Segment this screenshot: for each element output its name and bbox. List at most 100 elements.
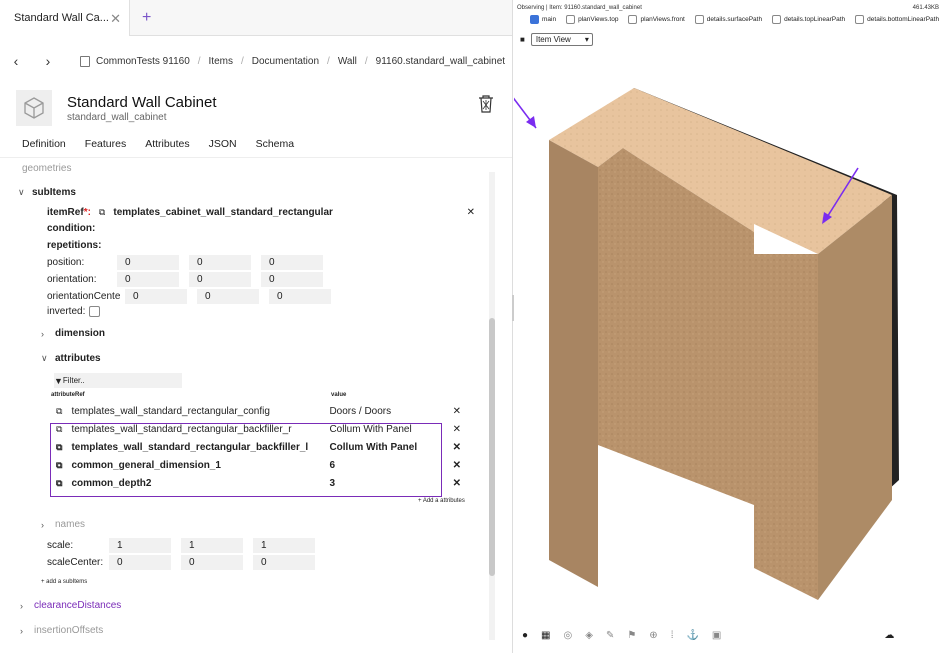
chevron-right-icon: › <box>20 625 23 636</box>
crumb-documentation[interactable]: Documentation <box>252 56 319 67</box>
flag-icon[interactable]: ⚑ <box>627 630 636 641</box>
box-icon[interactable]: ◈ <box>585 630 593 641</box>
add-subitems-button[interactable]: + add a subItems <box>41 579 87 585</box>
image-icon[interactable]: ▣ <box>712 630 721 641</box>
tree-node-names[interactable]: › names <box>41 519 85 530</box>
tab-json[interactable]: JSON <box>209 138 237 150</box>
breadcrumb-bar: ‹ › CommonTests 91160/ Items / Documentat… <box>0 36 512 86</box>
tree-node-subitems[interactable]: ∨ subItems <box>18 187 76 198</box>
page-title: Standard Wall Cabinet <box>67 93 217 111</box>
filter-input[interactable]: ▼ Filter.. <box>54 373 182 388</box>
cabinet-left-face <box>549 140 598 587</box>
orientation-center-row: orientationCente 0 0 0 <box>47 289 331 304</box>
tab-attributes[interactable]: Attributes <box>145 138 189 150</box>
crumb-items[interactable]: Items <box>209 56 233 67</box>
remove-row-button[interactable]: ✕ <box>453 442 461 453</box>
chevron-right-icon: › <box>41 328 44 339</box>
tab-bar: Standard Wall Ca... ✕ + <box>0 0 512 36</box>
position-z-field[interactable]: 0 <box>261 255 323 270</box>
scale-x-field[interactable]: 1 <box>109 538 171 553</box>
page-subtitle: standard_wall_cabinet <box>67 111 167 123</box>
chevron-down-icon: ∨ <box>18 187 25 197</box>
external-link-icon[interactable]: ⧉ <box>99 207 105 218</box>
dots-icon[interactable]: ⁞ <box>671 630 674 641</box>
orientation-y-field[interactable]: 0 <box>189 272 251 287</box>
crumb-wall[interactable]: Wall <box>338 56 357 67</box>
document-tab[interactable]: Standard Wall Ca... ✕ <box>0 0 130 36</box>
remove-row-button[interactable]: ✕ <box>453 460 461 471</box>
orientation-z-field[interactable]: 0 <box>261 272 323 287</box>
scale-y-field[interactable]: 1 <box>181 538 243 553</box>
external-link-icon[interactable]: ⧉ <box>56 406 62 417</box>
inverted-checkbox[interactable] <box>89 306 101 317</box>
item-header: Standard Wall Cabinet standard_wall_cabi… <box>0 86 512 130</box>
editor-panel: Standard Wall Ca... ✕ + ‹ › CommonTests … <box>0 0 513 653</box>
cloud-download-icon[interactable]: ☁ <box>884 630 894 641</box>
position-y-field[interactable]: 0 <box>189 255 251 270</box>
orientation-center-y-field[interactable]: 0 <box>197 289 259 304</box>
inverted-row: inverted: <box>47 306 103 317</box>
anchor-icon[interactable]: ⚓ <box>686 630 698 641</box>
itemref-row: itemRef *: ⧉ templates_cabinet_wall_stand… <box>47 207 475 218</box>
tree-node-insertion[interactable]: › insertionOffsets <box>20 625 103 636</box>
orientation-x-field[interactable]: 0 <box>117 272 179 287</box>
brush-icon[interactable]: ✎ <box>606 630 614 641</box>
table-row[interactable]: ⧉ templates_wall_standard_rectangular_co… <box>56 406 461 417</box>
breadcrumb: CommonTests 91160/ Items / Documentation /… <box>80 55 505 67</box>
column-header-value: value <box>331 392 347 398</box>
add-attributes-button[interactable]: + Add a attributes <box>418 498 465 504</box>
itemref-value[interactable]: templates_cabinet_wall_standard_rectangu… <box>113 207 333 218</box>
orientation-center-z-field[interactable]: 0 <box>269 289 331 304</box>
crumb-item[interactable]: 91160.standard_wall_cabinet <box>376 56 505 67</box>
filter-icon: ▼ <box>54 375 63 386</box>
tab-definition[interactable]: Definition <box>22 138 66 150</box>
orientation-center-x-field[interactable]: 0 <box>125 289 187 304</box>
crumb-project[interactable]: CommonTests 91160 <box>96 56 190 67</box>
document-tab-title: Standard Wall Ca... <box>14 11 109 24</box>
tree-node-dimension[interactable]: › dimension <box>41 328 105 339</box>
scale-center-y-field[interactable]: 0 <box>181 555 243 570</box>
orientation-row: orientation: 0 0 0 <box>47 272 323 287</box>
cabinet-side-face <box>818 195 892 600</box>
highlight-box <box>50 423 442 497</box>
editor-tabs: Definition Features Attributes JSON Sche… <box>0 130 512 158</box>
scale-z-field[interactable]: 1 <box>253 538 315 553</box>
remove-row-button[interactable]: ✕ <box>453 406 461 417</box>
grid-icon[interactable]: ▦ <box>541 630 550 641</box>
tree-node-geometries[interactable]: geometries <box>22 163 71 174</box>
app-root: Standard Wall Ca... ✕ + ‹ › CommonTests … <box>0 0 942 653</box>
back-button[interactable]: ‹ <box>0 53 32 69</box>
condition-label: condition: <box>47 223 96 234</box>
tree-node-clearance[interactable]: › clearanceDistances <box>20 600 121 611</box>
position-row: position: 0 0 0 <box>47 255 323 270</box>
repetitions-label: repetitions: <box>47 240 102 251</box>
close-icon[interactable]: ✕ <box>110 11 121 27</box>
definition-tree: geometries ∨ subItems itemRef *: ⧉ templat… <box>14 160 496 640</box>
globe-icon[interactable]: ◎ <box>564 630 573 641</box>
palette-icon[interactable]: ● <box>522 630 528 641</box>
chevron-down-icon: ∨ <box>41 353 48 363</box>
remove-row-button[interactable]: ✕ <box>453 478 461 489</box>
scale-center-x-field[interactable]: 0 <box>109 555 171 570</box>
tab-features[interactable]: Features <box>85 138 126 150</box>
chevron-right-icon: › <box>41 519 44 530</box>
cube-icon <box>16 90 52 126</box>
forward-button[interactable]: › <box>32 53 64 69</box>
tab-schema[interactable]: Schema <box>256 138 295 150</box>
remove-itemref-button[interactable]: ✕ <box>467 207 475 218</box>
new-tab-button[interactable]: + <box>142 9 151 27</box>
viewer-panel: Observing | Item: 91160.standard_wall_ca… <box>514 0 942 653</box>
target-icon[interactable]: ⊕ <box>649 630 657 641</box>
scale-center-row: scaleCenter: 0 0 0 <box>47 555 315 570</box>
viewer-toolbar: ● ▦ ◎ ◈ ✎ ⚑ ⊕ ⁞ ⚓ ▣ ☁ <box>514 630 942 641</box>
trash-icon[interactable] <box>478 95 494 113</box>
scale-row: scale: 1 1 1 <box>47 538 315 553</box>
position-x-field[interactable]: 0 <box>117 255 179 270</box>
remove-row-button[interactable]: ✕ <box>453 424 461 435</box>
3d-viewport[interactable] <box>514 0 942 653</box>
scale-center-z-field[interactable]: 0 <box>253 555 315 570</box>
column-header-attributeref: attributeRef <box>51 392 85 398</box>
tree-node-attributes[interactable]: ∨ attributes <box>41 353 101 364</box>
chevron-right-icon: › <box>20 600 23 611</box>
document-icon <box>80 55 90 67</box>
